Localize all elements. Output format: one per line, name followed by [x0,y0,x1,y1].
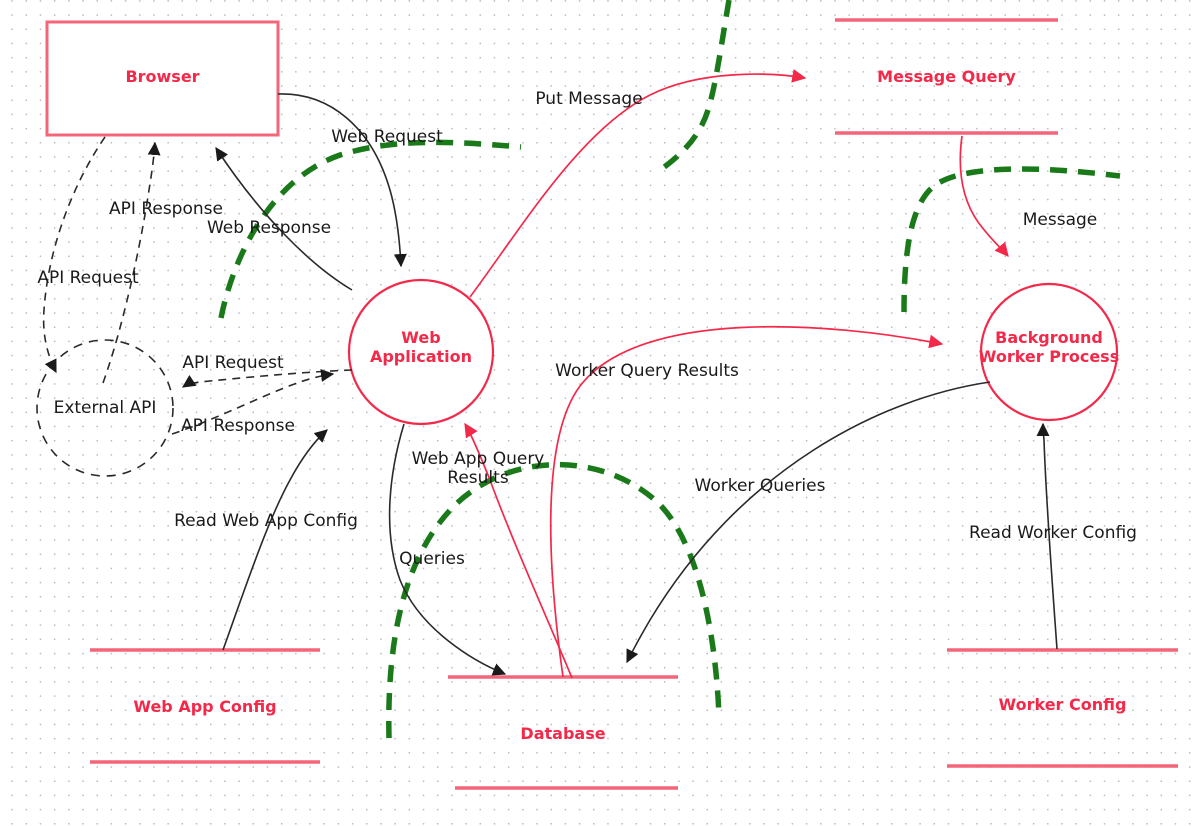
trust-boundary-webapp-queue [661,0,732,171]
flow-web-response[interactable] [215,146,353,291]
flow-put-message[interactable] [469,69,807,298]
trust-boundary-browser-webapp [218,139,522,319]
node-background-worker-process[interactable] [979,282,1119,422]
node-database[interactable] [448,675,678,790]
flow-read-web-app-config[interactable] [222,429,328,651]
flow-message[interactable] [959,135,1009,257]
flow-worker-queries[interactable] [626,381,991,664]
flow-api-request-left[interactable] [42,136,106,374]
diagram-canvas: Browser External API Web Application Mes… [0,0,1195,826]
flow-web-request[interactable] [277,93,407,268]
node-web-app-config[interactable] [90,648,320,764]
node-message-query[interactable] [835,18,1058,135]
flow-web-app-query-results[interactable] [464,422,573,679]
node-browser[interactable] [45,20,280,137]
node-web-application[interactable] [347,278,495,426]
flow-queries[interactable] [388,423,507,676]
node-external-api[interactable] [36,339,174,477]
flow-read-worker-config[interactable] [1036,422,1058,650]
diagram-svg [36,0,1178,790]
node-worker-config[interactable] [947,648,1178,768]
trust-boundary-queue-worker [901,166,1121,313]
flow-api-request-mid[interactable] [182,369,353,388]
